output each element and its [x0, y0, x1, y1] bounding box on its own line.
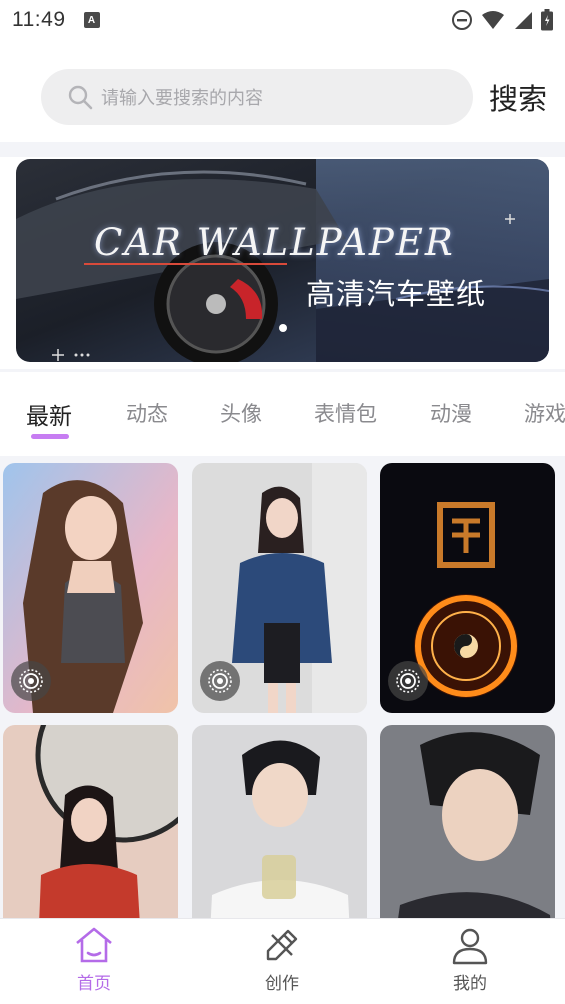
- battery-icon: [541, 9, 553, 31]
- live-photo-icon: [19, 669, 43, 693]
- home-icon: [76, 927, 112, 963]
- tab-games[interactable]: 游戏: [524, 398, 565, 428]
- banner-divider: [84, 263, 287, 265]
- bottom-navigation: 首页 创作 我的: [0, 918, 565, 1004]
- tab-stickers[interactable]: 表情包: [314, 398, 377, 428]
- signal-icon: [515, 12, 532, 29]
- wallpaper-image: [192, 725, 367, 918]
- wallpaper-image: [380, 725, 555, 918]
- search-placeholder: 请输入要搜索的内容: [101, 88, 263, 109]
- nav-create[interactable]: 创作: [242, 925, 322, 994]
- profile-icon: [452, 928, 488, 965]
- banner-section: CAR WALLPAPER 高清汽车壁纸: [0, 157, 565, 369]
- wallpaper-card[interactable]: [380, 463, 555, 713]
- nav-profile[interactable]: 我的: [430, 925, 510, 994]
- do-not-disturb-icon: [452, 10, 472, 30]
- status-bar: 11:49 A: [0, 0, 565, 40]
- category-tabs: 最新 动态 头像 表情包 动漫 游戏: [0, 372, 565, 456]
- wallpaper-card[interactable]: [192, 725, 367, 918]
- tab-dynamic[interactable]: 动态: [126, 398, 168, 428]
- banner-subtitle: 高清汽车壁纸: [306, 277, 487, 311]
- search-icon: [68, 85, 93, 110]
- wallpaper-card[interactable]: [3, 463, 178, 713]
- search-input[interactable]: 请输入要搜索的内容: [41, 69, 473, 125]
- app-root: 11:49 A 请输入要搜索的内容 搜索 CAR WALLPAPER 高清汽车壁…: [0, 0, 565, 1004]
- nav-profile-label: 我的: [453, 974, 487, 994]
- search-button[interactable]: 搜索: [489, 76, 547, 118]
- active-tab-indicator: [31, 434, 69, 439]
- nav-create-label: 创作: [265, 974, 299, 994]
- live-photo-icon: [396, 669, 420, 693]
- banner-title: CAR WALLPAPER: [94, 221, 455, 264]
- live-wallpaper-badge: [388, 661, 428, 701]
- status-icons: [451, 9, 553, 31]
- tab-latest[interactable]: 最新: [26, 397, 72, 431]
- wallpaper-card[interactable]: [192, 463, 367, 713]
- wallpaper-grid: [0, 456, 565, 918]
- banner-carousel[interactable]: CAR WALLPAPER 高清汽车壁纸: [16, 159, 549, 362]
- wallpaper-image: [3, 725, 178, 918]
- wifi-icon: [482, 11, 504, 29]
- create-icon: [266, 929, 298, 961]
- nav-home-label: 首页: [77, 974, 111, 994]
- tab-avatar[interactable]: 头像: [220, 398, 262, 428]
- live-wallpaper-badge: [200, 661, 240, 701]
- live-wallpaper-badge: [11, 661, 51, 701]
- search-header: 请输入要搜索的内容 搜索: [0, 40, 565, 142]
- wallpaper-card[interactable]: [380, 725, 555, 918]
- carousel-indicator-dot: [279, 324, 287, 332]
- nav-home[interactable]: 首页: [54, 925, 134, 994]
- wallpaper-card[interactable]: [3, 725, 178, 918]
- accessibility-icon: A: [83, 12, 100, 28]
- tab-anime[interactable]: 动漫: [430, 398, 472, 428]
- live-photo-icon: [208, 669, 232, 693]
- status-time: 11:49: [12, 8, 66, 31]
